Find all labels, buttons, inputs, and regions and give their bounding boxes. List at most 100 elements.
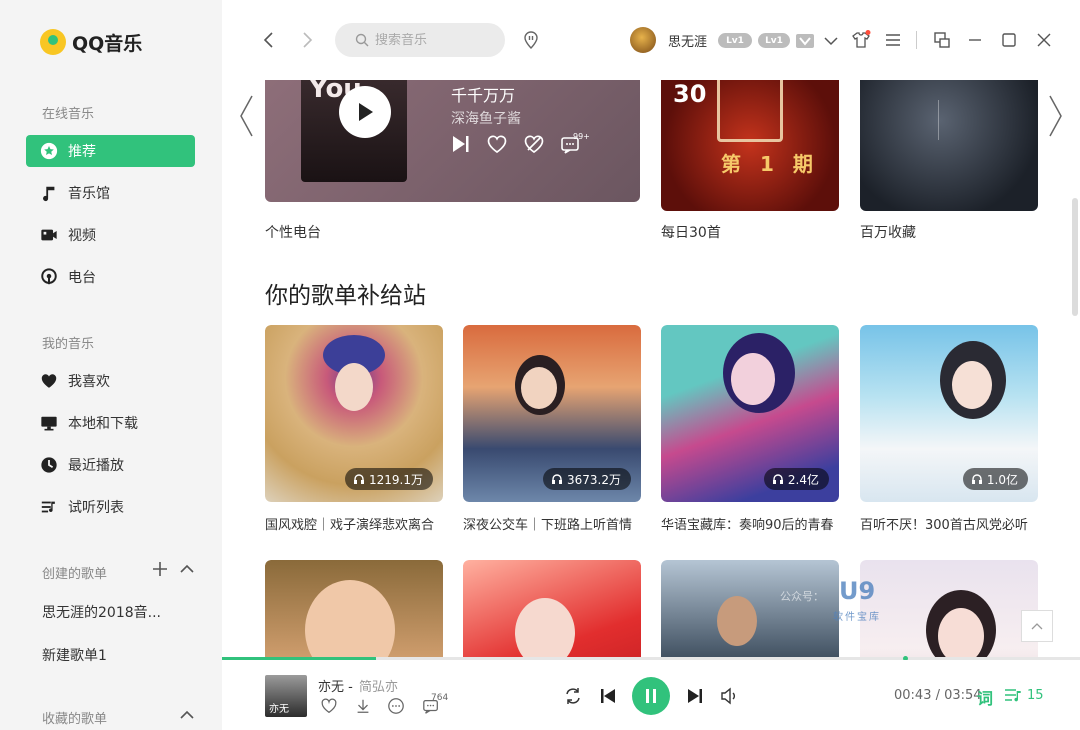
my-music-title: 我的音乐 [42, 337, 95, 352]
playlist-name[interactable]: 深夜公交车｜下班路上听首情 [463, 514, 641, 533]
now-playing-title[interactable]: 亦无 - [318, 676, 353, 695]
mini-mode-icon[interactable] [931, 29, 953, 51]
cover-figure [521, 367, 557, 409]
sidebar-item-trial-list[interactable]: 试听列表 [26, 491, 195, 523]
app-logo[interactable]: QQ音乐 [40, 28, 142, 56]
back-icon[interactable] [258, 29, 280, 51]
like-icon[interactable] [319, 696, 339, 716]
cover-text: 亦无 [269, 704, 289, 715]
playlist-cover: 3673.2万 [463, 325, 641, 502]
radio-song-artist: 深海鱼子酱 [451, 111, 521, 127]
playlist-name[interactable]: 百听不厌！300首古风党必听 [860, 514, 1038, 533]
play-count: 2.4亿 [787, 472, 819, 487]
player-bar: 亦无 亦无 - 简弘亦 764 00:43 / 03:54 词 15 [222, 660, 1080, 730]
user-avatar[interactable] [630, 27, 656, 53]
playlist-cover [661, 560, 839, 658]
playlist-card[interactable]: 2.4亿 [661, 325, 839, 502]
menu-icon[interactable] [882, 29, 904, 51]
add-playlist-icon[interactable] [151, 560, 169, 578]
playlist-card[interactable] [860, 560, 1038, 658]
playlist-icon [40, 498, 58, 516]
playlist-card[interactable]: 3673.2万 [463, 325, 641, 502]
cover-figure [731, 353, 775, 405]
volume-icon[interactable] [718, 685, 740, 707]
playlist-name[interactable]: 国风戏腔｜戏子演绎悲欢离合 [265, 514, 443, 533]
cover-decoration [938, 100, 952, 140]
daily-30-card[interactable]: 30 第 1 期 [661, 80, 839, 211]
skin-icon[interactable] [850, 29, 872, 51]
cover-figure [335, 363, 373, 411]
now-playing-cover[interactable]: 亦无 [265, 675, 307, 717]
next-icon[interactable] [684, 685, 706, 707]
chevron-up-icon[interactable] [178, 706, 196, 724]
play-count-badge: 1219.1万 [345, 468, 433, 490]
playlist-card[interactable]: 1.0亿 [860, 325, 1038, 502]
forward-icon[interactable] [296, 29, 318, 51]
loop-mode-icon[interactable] [562, 685, 584, 707]
play-count: 3673.2万 [567, 472, 621, 487]
sidebar-item-local-download[interactable]: 本地和下载 [26, 407, 195, 439]
more-icon[interactable] [386, 696, 406, 716]
close-icon[interactable] [1033, 29, 1055, 51]
carousel-next-icon[interactable] [1046, 94, 1066, 138]
previous-icon[interactable] [597, 685, 619, 707]
radio-play-button[interactable] [339, 86, 391, 138]
download-icon[interactable] [353, 696, 373, 716]
minimize-icon[interactable] [964, 29, 986, 51]
clock-icon [40, 456, 58, 474]
heart-icon [40, 372, 58, 390]
search-input[interactable] [375, 32, 495, 48]
scrollbar[interactable] [1072, 198, 1078, 316]
sidebar-item-favorites[interactable]: 我喜欢 [26, 365, 195, 397]
music-level-badge[interactable]: Lv1 [758, 33, 790, 48]
search-box[interactable] [335, 23, 505, 57]
video-icon [40, 226, 58, 244]
sidebar-item-label: 视频 [68, 228, 96, 244]
personal-radio-card[interactable]: You 千千万万 深海鱼子酱 99+ [265, 80, 640, 202]
play-count-badge: 3673.2万 [543, 468, 631, 490]
comment-count: 764 [431, 693, 449, 703]
chevron-up-icon[interactable] [178, 560, 196, 578]
maximize-icon[interactable] [998, 29, 1020, 51]
chevron-down-icon[interactable] [820, 30, 842, 52]
sidebar-item-label: 推荐 [68, 144, 96, 160]
section-title: 你的歌单补给站 [265, 283, 426, 309]
sidebar-item-recent[interactable]: 最近播放 [26, 449, 195, 481]
playlist-item[interactable]: 思无涯的2018音... [42, 602, 161, 622]
playlist-name[interactable]: 华语宝藏库：奏响90后的青春 [661, 514, 839, 533]
radio-like-icon[interactable] [485, 132, 509, 156]
radio-next-icon[interactable] [449, 132, 473, 156]
sidebar-item-label: 电台 [68, 270, 96, 286]
created-playlists-title: 创建的歌单 [42, 567, 108, 582]
playlist-card[interactable] [265, 560, 443, 658]
cover-figure [305, 580, 395, 658]
sidebar-item-radio[interactable]: 电台 [26, 261, 195, 293]
voice-search-icon[interactable] [520, 29, 542, 51]
sidebar-item-label: 本地和下载 [68, 416, 138, 432]
playback-time: 00:43 / 03:54 [894, 688, 982, 703]
lyrics-toggle[interactable]: 词 [977, 685, 993, 709]
playlist-card[interactable] [463, 560, 641, 658]
daily-30-label[interactable]: 每日30首 [661, 222, 721, 242]
radio-dislike-icon[interactable] [522, 132, 546, 156]
playlist-card[interactable]: 1219.1万 [265, 325, 443, 502]
vip-icon[interactable] [794, 30, 816, 52]
username[interactable]: 思无涯 [668, 31, 707, 50]
pause-button[interactable] [632, 677, 670, 715]
play-queue-button[interactable]: 15 [1004, 687, 1044, 703]
personal-radio-label[interactable]: 个性电台 [265, 222, 321, 242]
search-icon [355, 33, 369, 47]
sidebar: QQ音乐 在线音乐 推荐 音乐馆 视频 电台 我的音乐 我喜欢 本地和下载 最近… [0, 0, 222, 730]
now-playing-artist[interactable]: 简弘亦 [359, 676, 398, 695]
back-to-top-button[interactable] [1021, 610, 1053, 642]
sidebar-item-recommend[interactable]: 推荐 [26, 135, 195, 167]
playlist-item[interactable]: 新建歌单1 [42, 645, 107, 665]
sidebar-item-music-hall[interactable]: 音乐馆 [26, 177, 195, 209]
watermark-gzh: 公众号： [780, 590, 824, 603]
million-collect-label[interactable]: 百万收藏 [860, 222, 916, 242]
vip-level-badge[interactable]: Lv1 [718, 33, 752, 48]
million-collect-card[interactable] [860, 80, 1038, 211]
sidebar-item-video[interactable]: 视频 [26, 219, 195, 251]
carousel-prev-icon[interactable] [236, 94, 256, 138]
playlist-card[interactable] [661, 560, 839, 658]
